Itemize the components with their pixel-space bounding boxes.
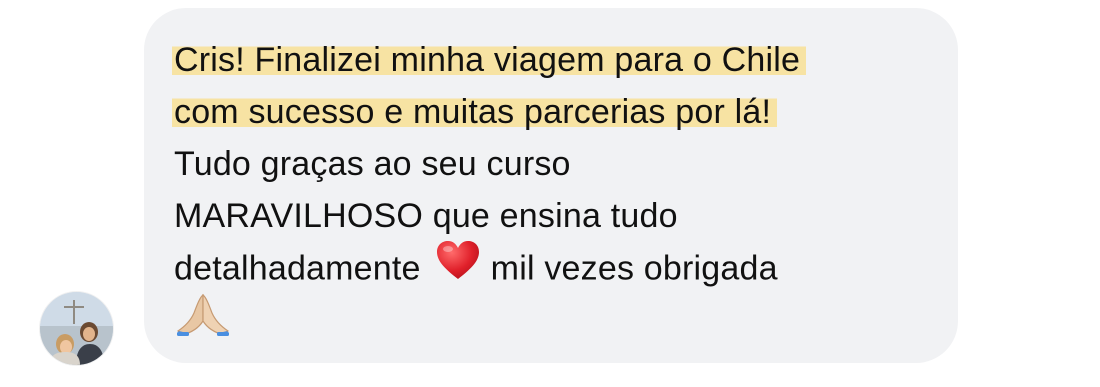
message-line-2: com sucesso e muitas parcerias por lá! bbox=[172, 86, 806, 138]
message-line-3: Tudo graças ao seu curso bbox=[174, 145, 571, 183]
message-line-1: Cris! Finalizei minha viagem para o Chil… bbox=[172, 34, 807, 86]
heart-icon bbox=[435, 239, 481, 296]
message-line-5-end: mil vezes obrigada bbox=[490, 249, 778, 288]
highlighted-text-1: Cris! Finalizei minha viagem para o Chil… bbox=[172, 41, 807, 79]
message-line-5-start: detalhadamente bbox=[174, 249, 421, 288]
message-line-6 bbox=[174, 293, 806, 346]
avatar-photo bbox=[40, 292, 113, 365]
message-line-4: MARAVILHOSO que ensina tudo bbox=[174, 197, 678, 235]
praying-hands-icon bbox=[174, 291, 232, 352]
message-text: Cris! Finalizei minha viagem para o Chil… bbox=[172, 34, 807, 346]
sender-avatar[interactable] bbox=[40, 292, 113, 365]
message-line-5: detalhadamente mil vezes obrigada bbox=[174, 239, 806, 296]
highlighted-text-2: com sucesso e muitas parcerias por lá! bbox=[172, 93, 778, 131]
chat-screen: Cris! Finalizei minha viagem para o Chil… bbox=[0, 0, 1100, 387]
